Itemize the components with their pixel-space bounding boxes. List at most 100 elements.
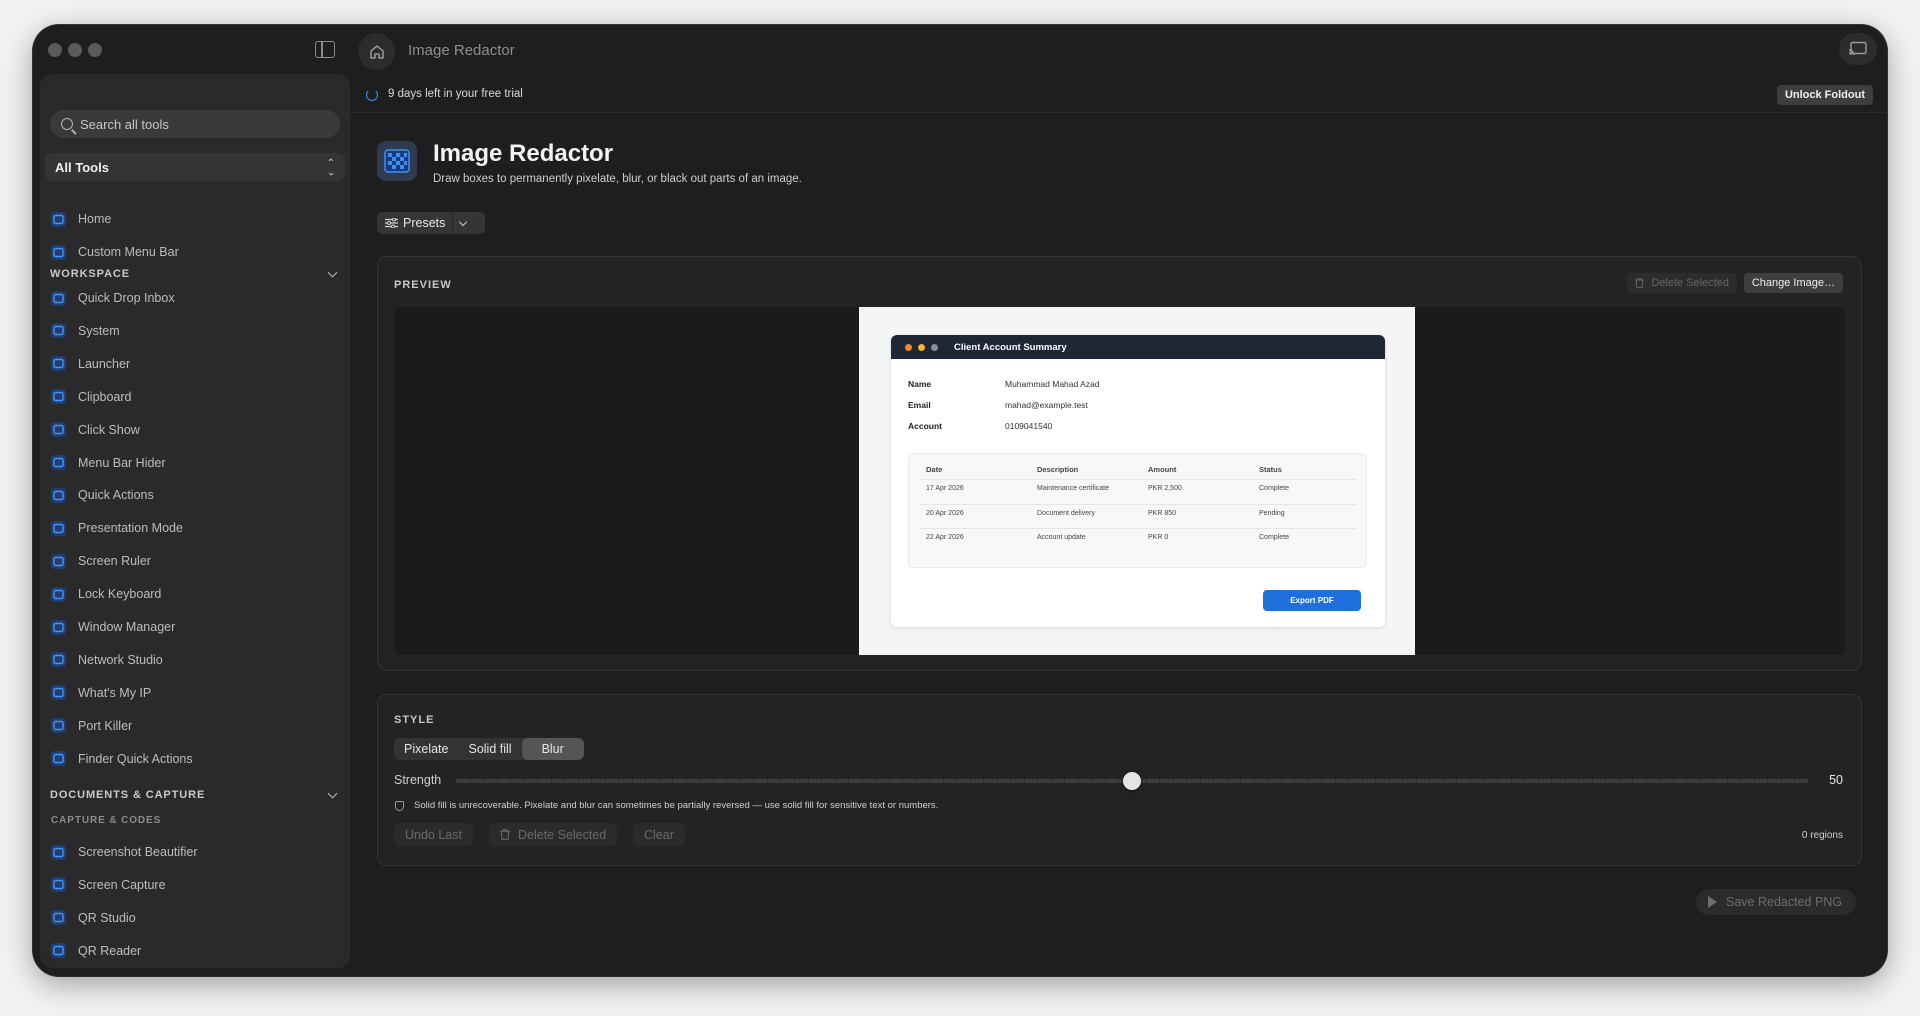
home-button[interactable] xyxy=(358,33,395,70)
slider-tick xyxy=(1294,779,1296,783)
clipboard-icon xyxy=(50,388,67,405)
table-cell: PKR 850 xyxy=(1148,509,1177,517)
search-bar[interactable] xyxy=(50,110,340,138)
slider-tick xyxy=(1077,779,1079,783)
sidebar-item-home[interactable]: Home xyxy=(50,205,111,233)
tool-filter-select[interactable]: All Tools ⌃ ⌃ xyxy=(45,153,345,181)
table-row-divider xyxy=(919,503,1356,505)
document-field-value: 0109041540 xyxy=(1005,421,1053,431)
preview-image[interactable]: Client Account Summary Name Muhammad Maha… xyxy=(859,307,1415,655)
regions-count: 0 regions xyxy=(1801,830,1843,841)
sidebar-item-label: Window Manager xyxy=(78,620,176,634)
delete-selected-button[interactable]: Delete Selected xyxy=(489,823,618,846)
save-redacted-png-button[interactable]: Save Redacted PNG xyxy=(1696,889,1857,915)
play-icon xyxy=(1708,896,1717,908)
search-input[interactable] xyxy=(80,116,310,132)
chevron-down-icon[interactable] xyxy=(459,217,468,226)
slider-tick xyxy=(1632,779,1634,783)
slider-tick xyxy=(983,779,985,783)
save-label: Save Redacted PNG xyxy=(1726,895,1843,909)
slider-tick xyxy=(1334,779,1336,783)
slider-tick xyxy=(753,779,755,783)
command-icon xyxy=(50,355,67,372)
sidebar-item-label: Port Killer xyxy=(78,718,133,733)
slider-tick xyxy=(1510,779,1512,783)
trash-icon xyxy=(500,829,510,840)
sidebar-item-presentation-mode[interactable]: Presentation Mode xyxy=(50,514,183,542)
table-cell: Account update xyxy=(1037,534,1086,541)
preview-panel: PREVIEW Delete Selected Change Image… Cl… xyxy=(377,256,1862,671)
presentation-icon xyxy=(50,520,67,537)
table-row-divider xyxy=(919,479,1356,480)
table-cell: 17 Apr 2026 xyxy=(926,485,964,492)
sidebar-item-clipboard[interactable]: Clipboard xyxy=(50,383,132,411)
cast-button[interactable] xyxy=(1839,33,1877,65)
slider-tick xyxy=(577,779,579,783)
titlebar-left xyxy=(33,25,350,77)
style-mode-solid-fill[interactable]: Solid fill xyxy=(458,738,521,760)
slider-tick xyxy=(996,779,998,783)
style-mode-blur[interactable]: Blur xyxy=(521,738,584,760)
change-image-button[interactable]: Change Image… xyxy=(1743,273,1843,293)
slider-tick xyxy=(726,779,728,783)
ruler-icon xyxy=(50,553,67,570)
sidebar-item-menu-bar-hider[interactable]: Menu Bar Hider xyxy=(50,449,166,477)
slider-tick xyxy=(604,779,606,783)
sidebar-item-launcher[interactable]: Launcher xyxy=(50,350,130,378)
sidebar-item-screen-capture[interactable]: Screen Capture xyxy=(50,871,166,899)
sidebar-item-qr-studio[interactable]: QR Studio xyxy=(50,904,136,932)
slider-tick xyxy=(1023,779,1025,783)
clear-button[interactable]: Clear xyxy=(633,823,685,846)
slider-tick xyxy=(969,779,971,783)
capture-icon xyxy=(50,876,67,893)
sidebar-item-qr-reader[interactable]: QR Reader xyxy=(50,937,141,965)
sidebar-item-network-studio[interactable]: Network Studio xyxy=(50,646,163,674)
slider-tick xyxy=(794,779,795,783)
slider-tick xyxy=(1145,779,1147,783)
sidebar-item-quick-actions[interactable]: Quick Actions xyxy=(50,481,154,509)
strength-slider-thumb[interactable] xyxy=(1123,772,1141,790)
chevron-updown-icon: ⌃ ⌃ xyxy=(326,158,335,177)
sidebar-item-label: Screenshot Beautifier xyxy=(78,845,198,859)
document-dot-3 xyxy=(931,343,938,351)
presets-button[interactable]: Presets xyxy=(377,212,485,234)
slider-tick xyxy=(1010,779,1012,783)
sidebar-item-port-killer[interactable]: Port Killer xyxy=(50,712,132,740)
slider-tick xyxy=(1402,779,1404,783)
sidebar-item-lock-keyboard[interactable]: Lock Keyboard xyxy=(50,580,161,608)
lock-icon xyxy=(50,586,67,603)
slider-tick xyxy=(685,779,687,783)
sidebar-item-what-s-my-ip[interactable]: What's My IP xyxy=(50,679,151,707)
unlock-button[interactable]: Unlock Foldout xyxy=(1776,85,1873,105)
sidebar-item-quick-drop-inbox[interactable]: Quick Drop Inbox xyxy=(50,284,175,312)
undo-last-button[interactable]: Undo Last xyxy=(394,823,473,846)
slider-tick xyxy=(1091,779,1093,783)
style-mode-pixelate[interactable]: Pixelate xyxy=(394,738,458,760)
zoom-window-button[interactable] xyxy=(88,43,102,57)
sidebar-item-label: Click Show xyxy=(78,422,140,437)
sidebar-item-system[interactable]: System xyxy=(50,317,120,345)
minimize-window-button[interactable] xyxy=(68,43,82,57)
sidebar-item-screenshot-beautifier[interactable]: Screenshot Beautifier xyxy=(50,838,198,866)
sidebar-item-window-manager[interactable]: Window Manager xyxy=(50,613,175,641)
presets-label: Presets xyxy=(403,216,446,230)
slider-tick xyxy=(672,779,674,783)
delete-selected-preview-button[interactable]: Delete Selected xyxy=(1627,273,1737,293)
delete-selected-label: Delete Selected xyxy=(518,827,607,842)
preview-canvas[interactable]: Client Account Summary Name Muhammad Maha… xyxy=(394,307,1845,655)
toggle-sidebar-icon[interactable] xyxy=(315,41,335,58)
slider-tick xyxy=(848,779,850,783)
sidebar-item-screen-ruler[interactable]: Screen Ruler xyxy=(50,547,151,575)
close-window-button[interactable] xyxy=(48,43,62,57)
section-header-workspace[interactable]: WORKSPACE xyxy=(50,266,340,282)
sidebar-item-click-show[interactable]: Click Show xyxy=(50,416,140,444)
slider-tick xyxy=(1605,779,1607,783)
globe-icon xyxy=(50,684,67,701)
slider-tick xyxy=(1672,779,1674,783)
sidebar-item-finder-quick-actions[interactable]: Finder Quick Actions xyxy=(50,745,193,773)
table-cell: 20 Apr 2026 xyxy=(926,509,964,517)
style-panel: STYLE Pixelate Solid fill Blur Strength 50… xyxy=(377,694,1862,866)
section-header-documents-capture[interactable]: DOCUMENTS & CAPTURE xyxy=(50,787,340,803)
sidebar-item-label: Network Studio xyxy=(78,652,163,667)
sidebar-item-custom-menu-bar[interactable]: Custom Menu Bar xyxy=(50,238,179,266)
